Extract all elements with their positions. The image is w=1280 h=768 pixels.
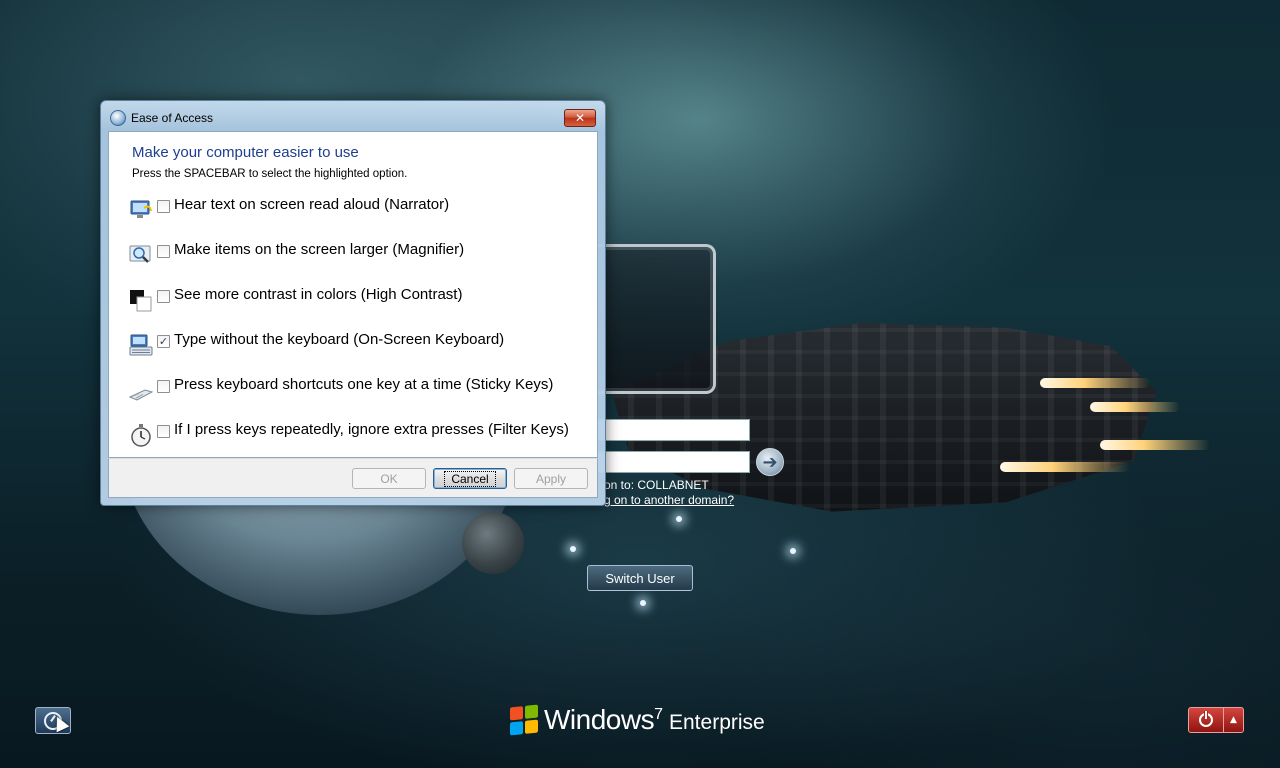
dialog-button-bar: OK Cancel Apply bbox=[108, 458, 598, 498]
brand-windows: Windows bbox=[544, 704, 655, 735]
thruster-glow bbox=[1090, 402, 1180, 412]
submit-arrow-button[interactable]: ➔ bbox=[756, 448, 784, 476]
password-field[interactable] bbox=[590, 451, 750, 473]
narrator-checkbox[interactable] bbox=[157, 200, 170, 213]
apply-button-label: Apply bbox=[535, 471, 567, 486]
star-spark bbox=[676, 516, 682, 522]
brand-edition: Enterprise bbox=[669, 711, 765, 734]
close-button[interactable]: ✕ bbox=[564, 109, 596, 127]
filter-keys-checkbox[interactable] bbox=[157, 425, 170, 438]
thruster-glow bbox=[1000, 462, 1130, 472]
high-contrast-checkbox[interactable] bbox=[157, 290, 170, 303]
moon-graphic bbox=[462, 512, 524, 574]
stopwatch-icon bbox=[131, 424, 151, 447]
windows-logo-icon bbox=[510, 704, 538, 736]
ease-of-access-title-icon bbox=[110, 110, 126, 126]
narrator-icon bbox=[130, 200, 152, 218]
windows-branding: Windows7 Enterprise bbox=[544, 704, 765, 736]
logon-domain-text: on to: COLLABNET bbox=[604, 478, 709, 492]
option-high-contrast[interactable]: See more contrast in colors (High Contra… bbox=[129, 284, 589, 312]
dialog-content: Make your computer easier to use Press t… bbox=[108, 131, 598, 458]
shutdown-options-button[interactable]: ▲ bbox=[1224, 707, 1244, 733]
star-spark bbox=[790, 548, 796, 554]
filter-keys-label: If I press keys repeatedly, ignore extra… bbox=[174, 421, 569, 438]
arrow-up-icon: ▲ bbox=[1230, 715, 1237, 725]
shutdown-button[interactable] bbox=[1188, 707, 1224, 733]
on-screen-keyboard-checkbox[interactable]: ✓ bbox=[157, 335, 170, 348]
thruster-glow bbox=[1040, 378, 1150, 388]
shutdown-control: ▲ bbox=[1188, 707, 1244, 733]
dialog-instructions: Press the SPACEBAR to select the highlig… bbox=[132, 168, 408, 180]
option-sticky-keys[interactable]: Press keyboard shortcuts one key at a ti… bbox=[129, 374, 589, 402]
close-icon: ✕ bbox=[574, 111, 586, 125]
cancel-button[interactable]: Cancel bbox=[433, 468, 507, 489]
ok-button[interactable]: OK bbox=[352, 468, 426, 489]
username-field[interactable] bbox=[590, 419, 750, 441]
power-icon bbox=[1199, 711, 1213, 727]
sticky-keys-icon bbox=[129, 389, 153, 401]
on-screen-keyboard-label: Type without the keyboard (On-Screen Key… bbox=[174, 331, 505, 348]
sticky-keys-label: Press keyboard shortcuts one key at a ti… bbox=[174, 376, 554, 393]
arrow-right-icon: ➔ bbox=[762, 451, 778, 473]
thruster-glow bbox=[1100, 440, 1210, 450]
magnifier-checkbox[interactable] bbox=[157, 245, 170, 258]
cancel-button-label: Cancel bbox=[444, 470, 496, 487]
option-filter-keys[interactable]: If I press keys repeatedly, ignore extra… bbox=[129, 419, 589, 447]
checkmark-icon: ✓ bbox=[158, 335, 169, 348]
ease-of-access-dialog: Ease of Access ✕ Make your computer easi… bbox=[100, 100, 606, 506]
sticky-keys-checkbox[interactable] bbox=[157, 380, 170, 393]
ok-button-label: OK bbox=[380, 471, 398, 486]
other-domain-link[interactable]: g on to another domain? bbox=[604, 493, 734, 507]
option-magnifier[interactable]: Make items on the screen larger (Magnifi… bbox=[129, 239, 589, 267]
star-spark bbox=[570, 546, 576, 552]
dialog-titlebar[interactable]: Ease of Access ✕ bbox=[101, 101, 605, 131]
high-contrast-icon bbox=[130, 290, 152, 312]
apply-button[interactable]: Apply bbox=[514, 468, 588, 489]
option-on-screen-keyboard[interactable]: ✓ Type without the keyboard (On-Screen K… bbox=[129, 329, 589, 357]
star-spark bbox=[640, 600, 646, 606]
switch-user-button[interactable]: Switch User bbox=[587, 565, 693, 591]
magnifier-label: Make items on the screen larger (Magnifi… bbox=[174, 241, 465, 258]
narrator-label: Hear text on screen read aloud (Narrator… bbox=[174, 196, 450, 213]
brand-version: 7 bbox=[654, 706, 663, 723]
magnifier-icon bbox=[129, 245, 151, 263]
dialog-title: Ease of Access bbox=[131, 111, 214, 125]
dialog-heading: Make your computer easier to use bbox=[132, 144, 359, 161]
keyboard-icon bbox=[129, 334, 153, 356]
high-contrast-label: See more contrast in colors (High Contra… bbox=[174, 286, 463, 303]
option-narrator[interactable]: Hear text on screen read aloud (Narrator… bbox=[129, 194, 589, 222]
